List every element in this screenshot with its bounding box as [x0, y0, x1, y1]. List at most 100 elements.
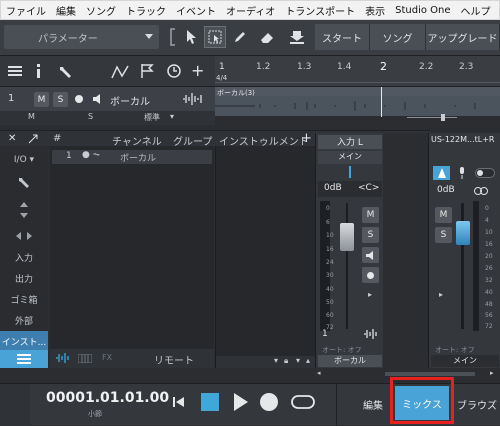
loop-icon[interactable]: [290, 394, 316, 413]
track-mute-button[interactable]: M: [34, 92, 49, 107]
horizontal-scroll[interactable]: [215, 114, 500, 125]
start-button[interactable]: スタート: [315, 24, 370, 50]
zoom-slider[interactable]: [407, 117, 457, 118]
eraser-tool-icon[interactable]: [256, 26, 278, 48]
stop-button[interactable]: [201, 393, 219, 411]
flag-icon[interactable]: [140, 63, 154, 82]
automation-curve-icon[interactable]: [111, 64, 129, 83]
wrench-icon[interactable]: [0, 172, 48, 192]
chevron-down-icon[interactable]: ▾: [296, 356, 300, 365]
edit-view-button[interactable]: 編集: [356, 394, 390, 414]
sidebar-item-trash[interactable]: ゴミ箱: [0, 289, 48, 309]
chevron-up-icon[interactable]: ▴: [306, 356, 310, 365]
pencil-tool-icon[interactable]: [229, 26, 251, 48]
menu-studio-one[interactable]: Studio One: [390, 5, 455, 16]
menu-transport[interactable]: トランスポート: [280, 3, 360, 18]
volume-readout[interactable]: 0dB: [324, 183, 342, 193]
automation-mode[interactable]: オート: オフ: [322, 345, 362, 355]
menu-audio[interactable]: オーディオ: [221, 3, 280, 18]
track-solo-button[interactable]: S: [53, 92, 68, 107]
scroll-thumb[interactable]: [385, 372, 475, 376]
track-mode[interactable]: 標準: [144, 112, 160, 123]
rewind-icon[interactable]: [172, 395, 186, 412]
device-name[interactable]: US-122M...tL+R: [431, 135, 499, 149]
menu-help[interactable]: ヘルプ: [456, 3, 496, 18]
clip-header[interactable]: ボーカル(3): [215, 87, 500, 97]
play-button[interactable]: [233, 393, 249, 414]
volume-fader[interactable]: [340, 223, 354, 251]
list-view-icon[interactable]: [0, 350, 48, 368]
chevron-down-icon[interactable]: ▾: [170, 112, 174, 121]
monitor-button[interactable]: [362, 247, 379, 263]
channel-visibility-icon[interactable]: ● ⏦: [82, 150, 100, 160]
upgrade-button[interactable]: アップグレード: [426, 24, 500, 50]
timeline-ruler[interactable]: 1 1.2 1.3 1.4 2 2.2 2.3 4/4: [215, 56, 500, 87]
channel-name[interactable]: メイン: [431, 355, 499, 367]
io-button[interactable]: I/O ▾: [0, 150, 48, 170]
volume-readout[interactable]: 0dB: [437, 185, 455, 195]
channel-name[interactable]: ボーカル: [318, 355, 382, 367]
menu-song[interactable]: ソング: [81, 3, 121, 18]
mute-button[interactable]: M: [435, 207, 452, 223]
parameter-dropdown[interactable]: パラメーター: [4, 25, 159, 49]
menu-edit[interactable]: 編集: [51, 3, 81, 18]
solo-button[interactable]: S: [362, 227, 379, 243]
toggle-switch[interactable]: [475, 168, 495, 178]
close-icon[interactable]: ✕: [8, 133, 16, 144]
record-button[interactable]: [260, 393, 278, 411]
wrench-icon[interactable]: [58, 64, 74, 83]
channel-row-name[interactable]: ボーカル: [120, 151, 156, 164]
solo-button[interactable]: S: [435, 227, 452, 243]
microphone-icon[interactable]: [455, 166, 469, 180]
expand-arrow-icon[interactable]: ▸: [368, 290, 372, 299]
metronome-icon[interactable]: [433, 166, 450, 180]
mix-view-button[interactable]: ミックス: [395, 386, 449, 420]
sidebar-item-input[interactable]: 入力: [0, 247, 48, 267]
arrow-tool-icon[interactable]: [180, 26, 202, 48]
chevron-down-icon[interactable]: ▾: [274, 356, 278, 365]
range-tool-icon[interactable]: [204, 26, 226, 48]
sidebar-item-instrument[interactable]: インスト...: [0, 331, 48, 351]
channel-row[interactable]: 1 ● ⏦ ボーカル: [52, 150, 212, 164]
browse-view-button[interactable]: ブラウズ: [454, 394, 500, 414]
sidebar-item-output[interactable]: 出力: [0, 268, 48, 288]
scroll-right-icon[interactable]: ▸: [490, 369, 494, 377]
volume-fader[interactable]: [456, 221, 470, 245]
track-row[interactable]: 1 M S ボーカル: [0, 87, 215, 111]
time-display[interactable]: 00001.01.01.00: [46, 390, 169, 406]
menu-track[interactable]: トラック: [121, 3, 171, 18]
song-button[interactable]: ソング: [370, 24, 426, 50]
info-icon[interactable]: [36, 63, 42, 82]
up-down-arrows-icon[interactable]: [0, 200, 48, 220]
fx-button[interactable]: FX: [102, 353, 112, 362]
record-arm-icon[interactable]: [75, 95, 83, 103]
menu-event[interactable]: イベント: [171, 3, 221, 18]
clip-waveform[interactable]: [215, 96, 500, 116]
waveform-icon[interactable]: [56, 353, 70, 366]
left-right-arrows-icon[interactable]: [0, 226, 48, 246]
expand-arrow-icon[interactable]: ▸: [439, 290, 443, 299]
track-sub-mute[interactable]: M: [28, 112, 35, 121]
input-select[interactable]: 入力 L: [318, 135, 382, 149]
remote-button[interactable]: リモート: [154, 352, 194, 367]
monitor-icon[interactable]: [92, 94, 102, 107]
track-sub-solo[interactable]: S: [88, 112, 93, 121]
pan-readout[interactable]: <C>: [358, 183, 379, 193]
scroll-left-icon[interactable]: ◂: [317, 369, 321, 377]
keyboard-icon[interactable]: [77, 353, 93, 366]
menu-file[interactable]: ファイル: [1, 3, 51, 18]
clock-icon[interactable]: [166, 63, 182, 82]
arrange-area[interactable]: ボーカル(3): [215, 87, 500, 125]
record-button[interactable]: [362, 267, 379, 283]
list-icon[interactable]: [8, 65, 22, 80]
mute-button[interactable]: M: [362, 207, 379, 223]
download-icon[interactable]: [286, 26, 308, 48]
zoom-slider-thumb[interactable]: [441, 114, 445, 121]
sidebar-item-external[interactable]: 外部: [0, 310, 48, 330]
link-icon[interactable]: [473, 185, 489, 197]
add-track-icon[interactable]: +: [191, 61, 204, 80]
menu-view[interactable]: 表示: [360, 3, 390, 18]
automation-mode[interactable]: オート: オフ: [435, 345, 475, 355]
track-name[interactable]: ボーカル: [110, 93, 150, 108]
lock-icon[interactable]: 🔒︎: [284, 356, 288, 366]
